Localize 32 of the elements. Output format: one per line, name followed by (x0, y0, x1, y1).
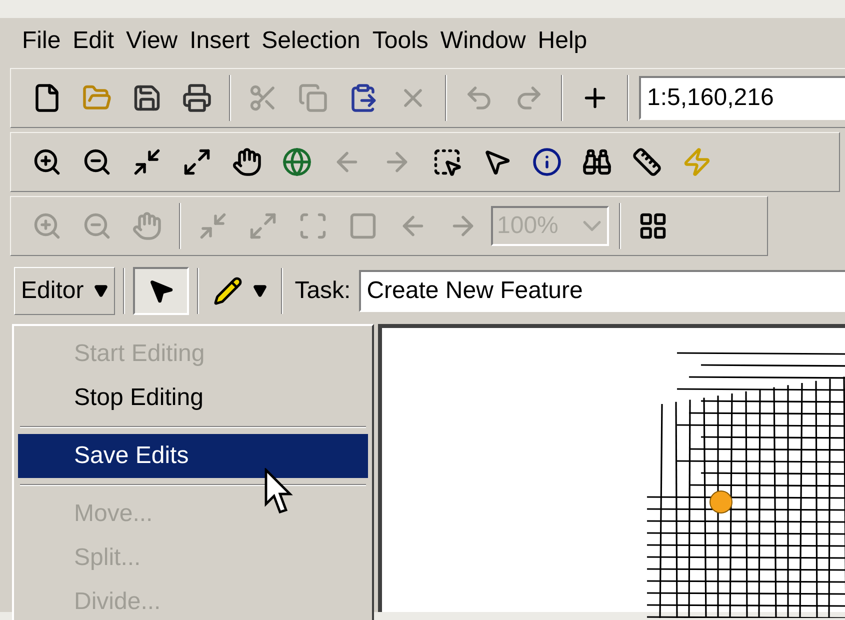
zoom-out-icon (82, 147, 112, 177)
menu-item[interactable]: Tools (370, 23, 430, 59)
menu-item[interactable]: Help (536, 23, 590, 59)
binoculars-icon (582, 147, 612, 177)
caret-icon (252, 284, 267, 298)
print-icon (182, 83, 212, 113)
pan-hand-icon (232, 147, 262, 177)
menu-item[interactable]: Selection (260, 23, 362, 59)
task-label: Task: (294, 276, 351, 306)
menu-item[interactable]: Edit (70, 23, 116, 59)
zoom-in-icon (32, 211, 62, 241)
caret-icon (94, 284, 108, 298)
task-dropdown[interactable]: Create New Feature (358, 270, 845, 312)
menu-item[interactable]: File (20, 23, 63, 59)
zoom-in-icon (32, 147, 62, 177)
sketch-tool-button[interactable] (132, 267, 189, 315)
scale-field[interactable]: 1:5,160,216 (639, 76, 845, 120)
menu-item[interactable]: Stop Editing (18, 376, 368, 420)
menu-item[interactable]: Window (438, 23, 528, 59)
editor-menu-button[interactable]: Editor (14, 267, 115, 315)
menu-item[interactable]: Insert (188, 23, 252, 59)
copy-icon (298, 83, 328, 113)
menu-item[interactable]: View (124, 23, 180, 59)
lightning-icon (682, 147, 712, 177)
globe-icon (282, 147, 312, 177)
pan-hand-icon (132, 211, 162, 241)
info-icon (532, 147, 562, 177)
menu-item[interactable]: Save Edits (18, 434, 368, 478)
pencil-icon (212, 276, 243, 306)
zoom-out-icon (82, 211, 112, 241)
ruler-icon (632, 147, 662, 177)
save-icon (132, 83, 162, 113)
